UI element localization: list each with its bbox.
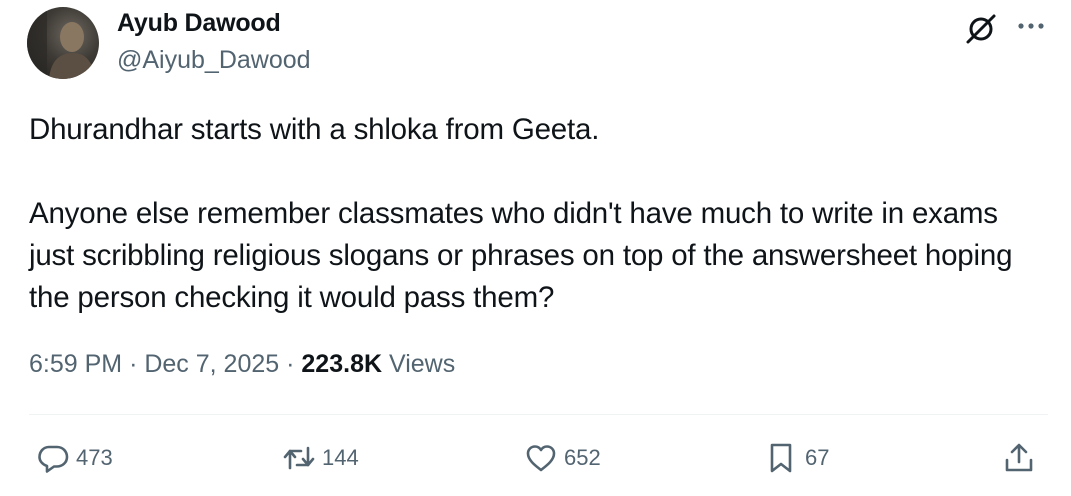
heart-icon bbox=[526, 445, 556, 472]
bookmark-button[interactable]: 67 bbox=[765, 440, 829, 476]
bookmark-icon bbox=[770, 443, 792, 473]
tweet-text: Dhurandhar starts with a shloka from Gee… bbox=[29, 109, 1039, 319]
tweet-time[interactable]: 6:59 PM bbox=[29, 350, 122, 378]
avatar[interactable] bbox=[27, 7, 99, 79]
bookmark-count: 67 bbox=[805, 445, 830, 470]
meta-separator: · bbox=[286, 350, 295, 378]
like-button[interactable]: 652 bbox=[524, 440, 601, 476]
reply-count: 473 bbox=[76, 445, 113, 470]
like-count: 652 bbox=[564, 445, 601, 470]
repost-icon bbox=[283, 446, 315, 470]
reply-icon bbox=[38, 445, 69, 473]
author-handle[interactable]: @Aiyub_Dawood bbox=[117, 46, 311, 75]
repost-count: 144 bbox=[322, 445, 359, 470]
author-name[interactable]: Ayub Dawood bbox=[117, 9, 281, 38]
tweet-paragraph: Anyone else remember classmates who didn… bbox=[29, 197, 1013, 314]
repost-button[interactable]: 144 bbox=[282, 440, 359, 476]
divider bbox=[29, 414, 1048, 415]
views-count: 223.8K bbox=[301, 350, 383, 378]
meta-separator: · bbox=[129, 350, 138, 378]
share-icon bbox=[1005, 443, 1033, 472]
reply-button[interactable]: 473 bbox=[36, 440, 113, 476]
tweet-date[interactable]: Dec 7, 2025 bbox=[144, 350, 279, 378]
grok-icon[interactable] bbox=[964, 12, 998, 46]
tweet-meta: 6:59 PM · Dec 7, 2025 · 223.8K Views bbox=[29, 350, 455, 379]
tweet-paragraph: Dhurandhar starts with a shloka from Gee… bbox=[29, 113, 600, 146]
more-icon[interactable] bbox=[1016, 13, 1046, 39]
views-label: Views bbox=[388, 350, 456, 378]
share-button[interactable] bbox=[1002, 440, 1036, 476]
